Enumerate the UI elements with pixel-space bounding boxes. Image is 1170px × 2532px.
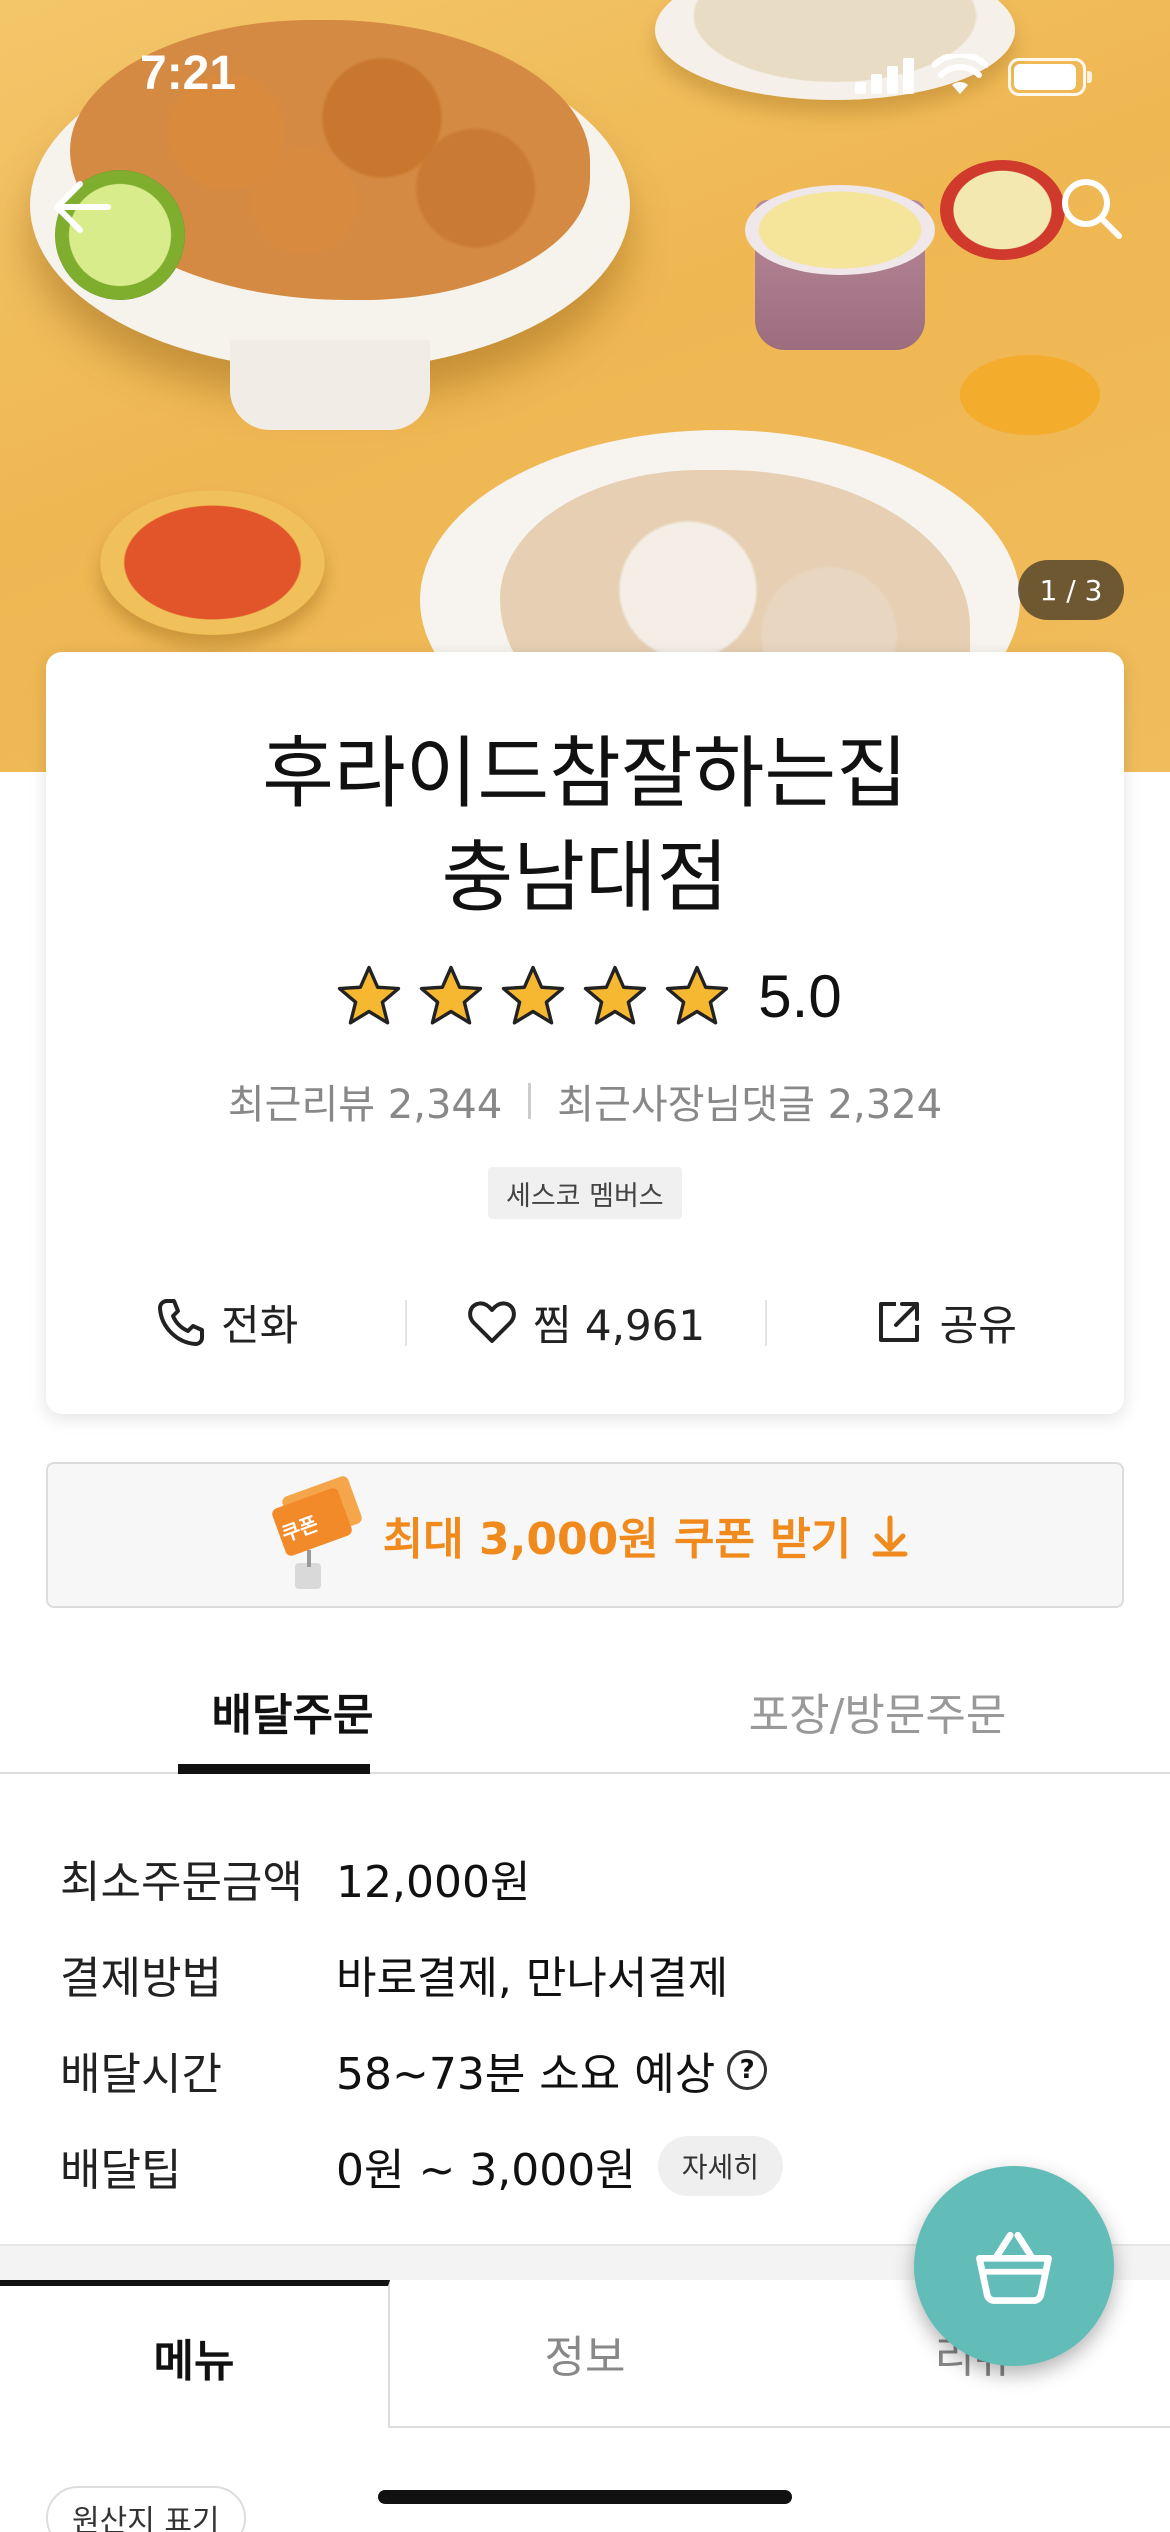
store-name-line2: 충남대점	[441, 833, 729, 923]
question-icon[interactable]: ?	[727, 2050, 768, 2090]
tab-info[interactable]: 정보	[390, 2280, 780, 2428]
heart-icon	[468, 1301, 516, 1343]
star-icon	[420, 965, 483, 1025]
divider	[528, 1083, 532, 1119]
call-button[interactable]: 전화	[46, 1282, 405, 1362]
cart-button[interactable]	[914, 2166, 1114, 2366]
delivery-tip-value-wrap: 0원 ~ 3,000원 자세히	[336, 2134, 784, 2198]
delivery-time-label: 배달시간	[60, 2049, 222, 2100]
min-order-label: 최소주문금액	[60, 1857, 303, 1908]
tab-pickup-order[interactable]: 포장/방문주문	[585, 1650, 1170, 1772]
delivery-time-value-wrap: 58~73분 소요 예상 ?	[336, 2038, 768, 2102]
image-counter: 1 / 3	[1018, 560, 1124, 620]
recent-reviews-count[interactable]: 최근리뷰 2,344	[228, 1072, 502, 1130]
min-order-value: 12,000원	[336, 1857, 531, 1908]
red-sauce-image	[100, 490, 325, 635]
min-order-row: 최소주문금액 12,000원	[60, 1830, 1110, 1926]
share-icon	[878, 1302, 919, 1342]
wifi-icon	[932, 54, 988, 94]
call-label: 전화	[221, 1300, 299, 1350]
payment-row: 결제방법 바로결제, 만나서결제	[60, 1926, 1110, 2022]
battery-icon	[1008, 58, 1092, 96]
basket-icon	[976, 2231, 1052, 2304]
rating-row: 5.0	[46, 962, 1124, 1031]
plate-stand-image	[230, 340, 430, 430]
star-icon	[502, 965, 565, 1025]
delivery-time-value: 58~73분 소요 예상	[336, 2049, 716, 2100]
phone-icon	[158, 1299, 205, 1346]
delivery-tip-value: 0원 ~ 3,000원	[336, 2145, 636, 2196]
favorite-button[interactable]: 찜 4,961	[405, 1282, 764, 1362]
cesco-badge: 세스코 멤버스	[488, 1167, 682, 1219]
store-info-card: 후라이드참잘하는집 충남대점 5.0 최근리뷰 2,344 최근사장님댓글 2,…	[46, 652, 1124, 1414]
home-indicator	[378, 2490, 792, 2504]
delivery-info: 최소주문금액 12,000원 결제방법 바로결제, 만나서결제 배달시간 58~…	[60, 1830, 1110, 2214]
cheese-sauce-image	[745, 185, 935, 275]
back-arrow-icon[interactable]	[48, 172, 118, 242]
cellular-signal-icon	[855, 56, 915, 94]
coupon-ticket-icon: 쿠폰	[257, 1475, 367, 1595]
star-icon	[338, 965, 401, 1025]
search-icon[interactable]	[1055, 172, 1127, 244]
status-bar: 7:21	[0, 0, 1170, 150]
delivery-tip-label: 배달팁	[60, 2145, 182, 2196]
status-time: 7:21	[140, 47, 237, 100]
download-arrow-icon	[872, 1515, 908, 1557]
star-icon	[584, 965, 647, 1025]
share-label: 공유	[939, 1300, 1017, 1350]
store-name: 후라이드참잘하는집 충남대점	[46, 722, 1124, 930]
rating-score: 5.0	[758, 963, 842, 1030]
action-bar: 전화 찜 4,961 공유	[46, 1282, 1124, 1362]
payment-label: 결제방법	[60, 1953, 222, 2004]
owner-replies-count[interactable]: 최근사장님댓글 2,324	[557, 1072, 942, 1130]
coupon-banner[interactable]: 쿠폰 최대 3,000원 쿠폰 받기	[46, 1462, 1124, 1608]
coupon-label: 최대 3,000원 쿠폰 받기	[382, 1514, 852, 1565]
star-icon	[666, 965, 729, 1025]
origin-label-button[interactable]: 원산지 표기	[46, 2486, 246, 2532]
favorite-label: 찜 4,961	[532, 1300, 706, 1350]
tip-detail-button[interactable]: 자세히	[657, 2136, 784, 2196]
share-button[interactable]: 공유	[764, 1282, 1124, 1362]
honey-image	[960, 355, 1100, 435]
review-stats: 최근리뷰 2,344 최근사장님댓글 2,324	[46, 1072, 1124, 1130]
payment-value: 바로결제, 만나서결제	[336, 1953, 729, 2004]
delivery-time-row: 배달시간 58~73분 소요 예상 ?	[60, 2022, 1110, 2118]
order-type-tabs: 배달주문 포장/방문주문	[0, 1650, 1170, 1774]
store-name-line1: 후라이드참잘하는집	[262, 729, 908, 819]
tab-delivery-order[interactable]: 배달주문	[0, 1650, 585, 1774]
tab-menu[interactable]: 메뉴	[0, 2280, 390, 2428]
sauce-pan-image	[940, 160, 1065, 260]
